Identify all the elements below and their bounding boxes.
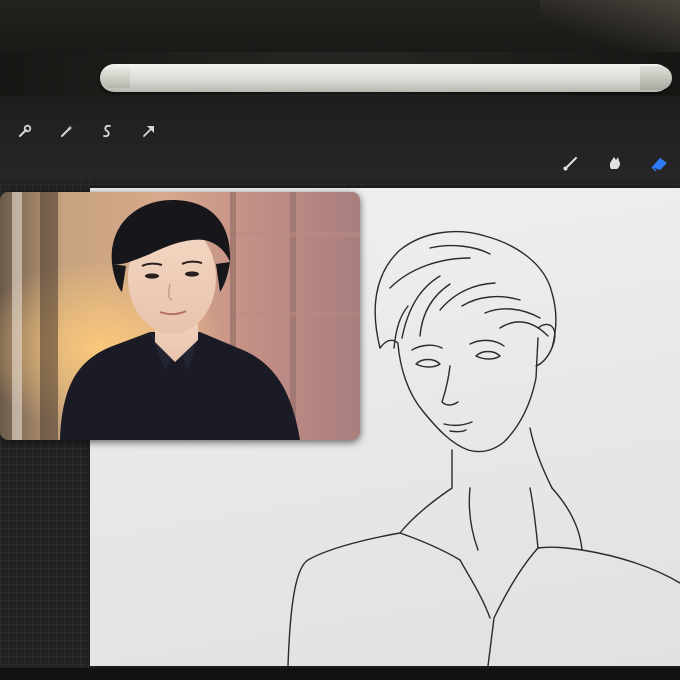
eraser-icon[interactable] — [648, 152, 670, 174]
reference-image — [0, 192, 360, 440]
photo-scene — [0, 0, 680, 680]
selection-icon[interactable] — [96, 120, 118, 142]
stylus-tip — [100, 68, 130, 88]
light-reflection — [540, 0, 680, 52]
stylus-cap — [640, 66, 672, 90]
bottom-bezel — [0, 668, 680, 680]
smudge-icon[interactable] — [604, 152, 626, 174]
top-toolbar — [0, 96, 680, 180]
wrench-icon[interactable] — [14, 120, 36, 142]
reference-photo[interactable] — [0, 192, 360, 440]
brush-icon[interactable] — [560, 152, 582, 174]
stylus-pencil — [100, 64, 670, 92]
magic-wand-icon[interactable] — [56, 120, 78, 142]
arrow-cursor-icon[interactable] — [138, 120, 160, 142]
